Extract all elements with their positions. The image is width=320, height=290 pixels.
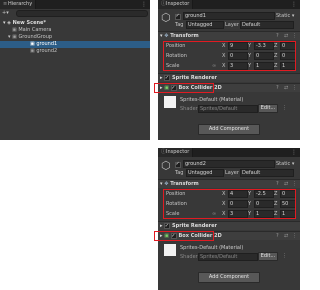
gameobject-icon: ▣ bbox=[30, 48, 35, 54]
hierarchy-toolbar: +▾ bbox=[2, 10, 148, 18]
transform-highlight-box bbox=[163, 189, 296, 219]
kebab-icon[interactable]: ⋮ bbox=[292, 233, 297, 239]
tag-dropdown[interactable]: Untagged bbox=[186, 169, 224, 177]
tag-dropdown[interactable]: Untagged bbox=[186, 21, 224, 29]
gameobject-icon: ▣ bbox=[12, 27, 17, 33]
name-input[interactable]: ground1 bbox=[183, 12, 275, 20]
gameobject-cube-icon: ⬡ bbox=[161, 11, 171, 24]
material-name: Sprites-Default (Material) bbox=[180, 97, 244, 103]
hierarchy-item-groundgroup[interactable]: ▾ ▣ GroundGroup bbox=[8, 34, 52, 41]
help-icon[interactable]: ? bbox=[276, 85, 279, 91]
transform-icon: ✥ bbox=[164, 33, 169, 39]
sprite-renderer-checkbox[interactable] bbox=[164, 222, 171, 230]
hierarchy-item-ground1[interactable]: ▣ ground1 bbox=[0, 41, 150, 48]
gameobject-cube-icon: ⬡ bbox=[161, 159, 171, 172]
tag-label: Tag bbox=[175, 22, 184, 28]
foldout-arrow-icon: ▸ bbox=[160, 75, 163, 81]
preset-icon[interactable]: ⇄ bbox=[284, 233, 288, 239]
box-collider-highlight-box bbox=[154, 83, 214, 93]
expand-arrow-icon: ▾ bbox=[3, 20, 6, 26]
kebab-icon[interactable]: ⋮ bbox=[282, 105, 287, 111]
shader-dropdown[interactable]: Sprites/Default bbox=[198, 105, 258, 113]
kebab-icon[interactable]: ⋮ bbox=[282, 253, 287, 259]
hierarchy-item-ground2[interactable]: ▣ ground2 bbox=[30, 48, 57, 55]
add-component-button[interactable]: Add Component bbox=[198, 124, 260, 135]
help-icon[interactable]: ? bbox=[276, 33, 279, 39]
preset-icon[interactable]: ⇄ bbox=[284, 33, 288, 39]
add-component-button[interactable]: Add Component bbox=[198, 272, 260, 283]
static-dropdown[interactable]: Static ▾ bbox=[276, 161, 294, 167]
material-preview-swatch bbox=[164, 96, 176, 108]
static-dropdown[interactable]: Static ▾ bbox=[276, 13, 294, 19]
sprite-renderer-checkbox[interactable] bbox=[164, 74, 171, 82]
edit-shader-button[interactable]: Edit... bbox=[258, 104, 278, 113]
help-icon[interactable]: ? bbox=[276, 181, 279, 187]
shader-dropdown[interactable]: Sprites/Default bbox=[198, 253, 258, 261]
active-checkbox[interactable] bbox=[175, 161, 181, 168]
name-input[interactable]: ground2 bbox=[183, 160, 275, 168]
foldout-arrow-icon: ▾ bbox=[160, 181, 163, 187]
inspector-tab[interactable]: ⓘInspector bbox=[158, 0, 194, 9]
inspector-panel-ground1: ⓘInspector ⋮ ⬡ ground1 Static ▾ Tag Unta… bbox=[154, 0, 300, 140]
inspector-menu-icon[interactable]: ⋮ bbox=[291, 148, 297, 157]
inspector-menu-icon[interactable]: ⋮ bbox=[291, 0, 297, 9]
foldout-arrow-icon: ▸ bbox=[160, 223, 163, 229]
preset-icon[interactable]: ⇄ bbox=[284, 85, 288, 91]
kebab-icon[interactable]: ⋮ bbox=[292, 181, 297, 187]
shader-label: Shader bbox=[180, 106, 198, 112]
hierarchy-panel: ≡Hierarchy ⋮ +▾ ▾ ◈ New Scene* ▣ Main Ca… bbox=[0, 0, 150, 140]
layer-label: Layer bbox=[225, 170, 239, 176]
transform-icon: ✥ bbox=[164, 181, 169, 187]
help-icon[interactable]: ? bbox=[276, 233, 279, 239]
layer-dropdown[interactable]: Default bbox=[240, 169, 294, 177]
gameobject-icon: ▣ bbox=[12, 34, 17, 40]
sprite-renderer-header[interactable]: ▸ Sprite Renderer bbox=[158, 221, 300, 230]
sprite-renderer-header[interactable]: ▸ Sprite Renderer bbox=[158, 73, 300, 82]
layer-label: Layer bbox=[225, 22, 239, 28]
hierarchy-item-main-camera[interactable]: ▣ Main Camera bbox=[12, 27, 51, 34]
layer-dropdown[interactable]: Default bbox=[240, 21, 294, 29]
tag-label: Tag bbox=[175, 170, 184, 176]
shader-label: Shader bbox=[180, 254, 198, 260]
unity-scene-icon: ◈ bbox=[7, 20, 11, 26]
material-name: Sprites-Default (Material) bbox=[180, 245, 244, 251]
inspector-panel-ground2: ⓘInspector ⋮ ⬡ ground2 Static ▾ Tag Unta… bbox=[154, 148, 300, 290]
material-preview-swatch bbox=[164, 244, 176, 256]
edit-shader-button[interactable]: Edit... bbox=[258, 252, 278, 261]
expand-arrow-icon: ▾ bbox=[8, 34, 11, 40]
foldout-arrow-icon: ▾ bbox=[160, 33, 163, 39]
active-checkbox[interactable] bbox=[175, 13, 181, 20]
kebab-icon[interactable]: ⋮ bbox=[292, 85, 297, 91]
add-dropdown-button[interactable]: +▾ bbox=[2, 10, 9, 16]
transform-highlight-box bbox=[163, 41, 296, 71]
hierarchy-search-input[interactable] bbox=[16, 10, 148, 17]
hierarchy-tab[interactable]: ≡Hierarchy bbox=[0, 0, 37, 9]
box-collider-highlight-box bbox=[154, 231, 214, 241]
hierarchy-menu-icon[interactable]: ⋮ bbox=[141, 0, 147, 9]
inspector-tab[interactable]: ⓘInspector bbox=[158, 148, 194, 157]
gameobject-icon: ▣ bbox=[30, 41, 35, 47]
preset-icon[interactable]: ⇄ bbox=[284, 181, 288, 187]
kebab-icon[interactable]: ⋮ bbox=[292, 33, 297, 39]
scene-row[interactable]: ▾ ◈ New Scene* bbox=[3, 20, 46, 27]
